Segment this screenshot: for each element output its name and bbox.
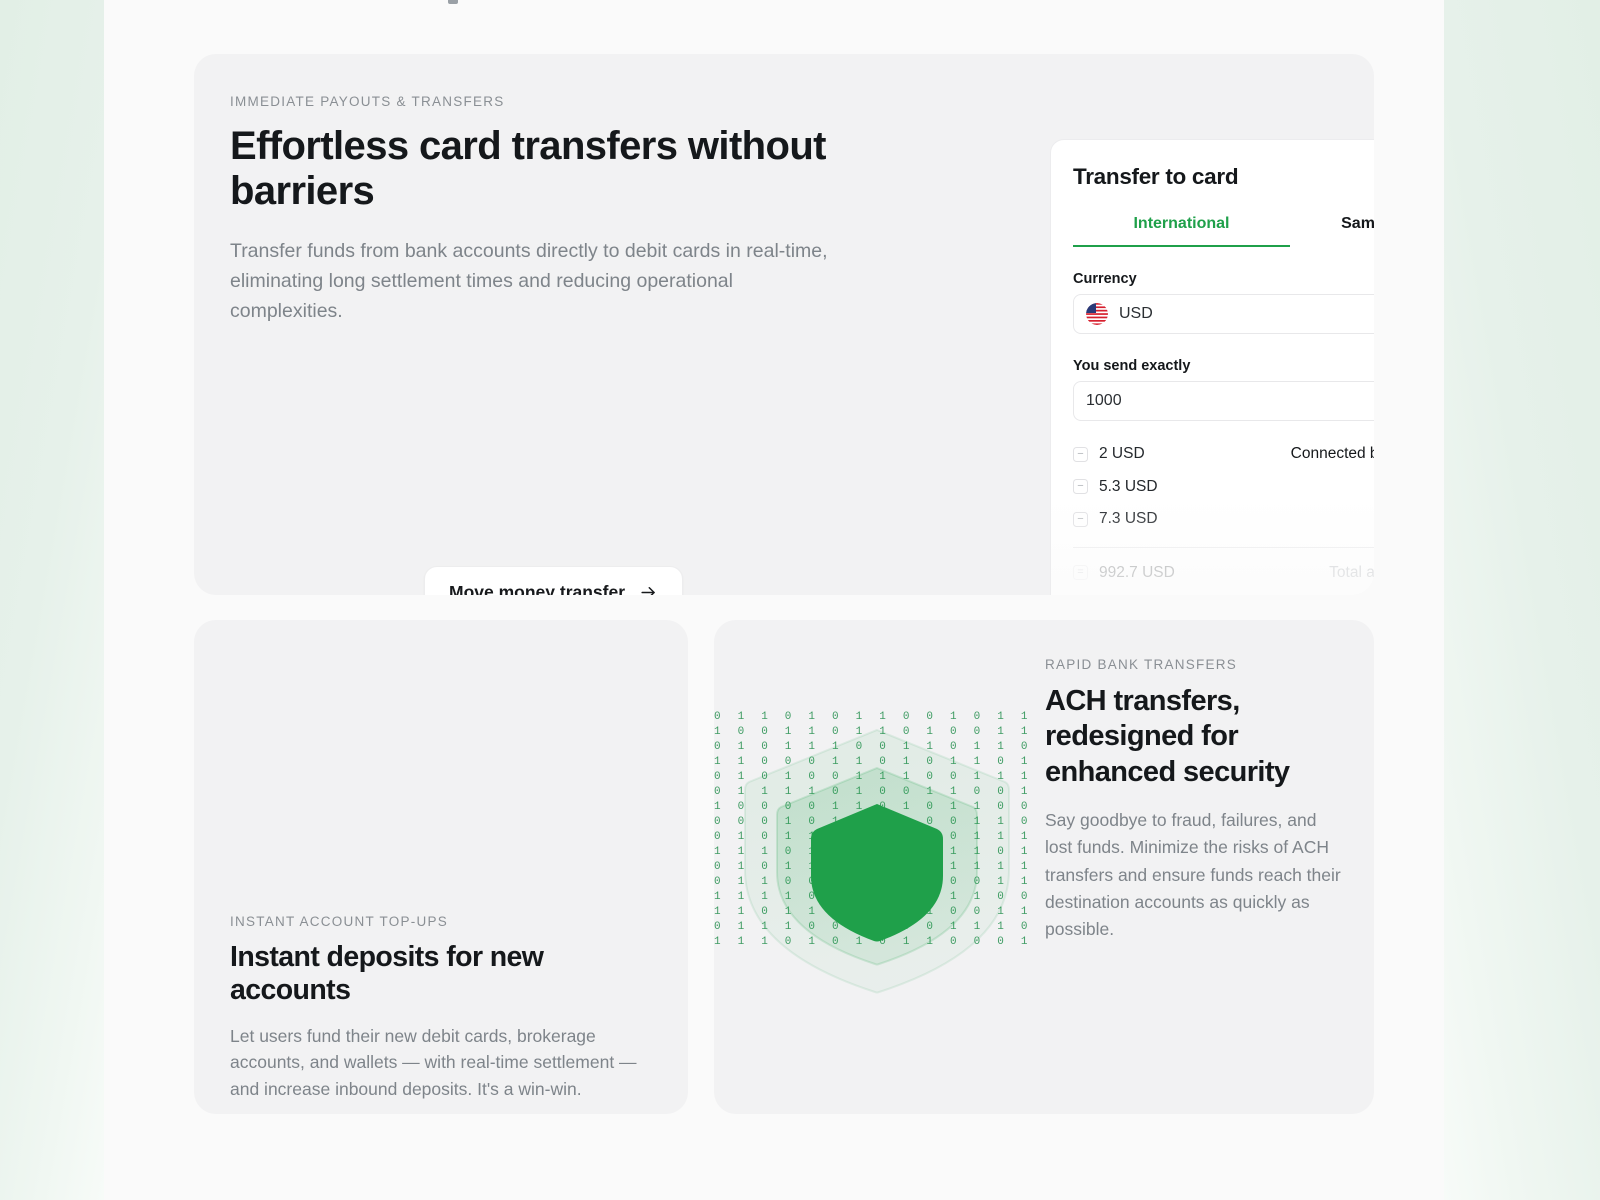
hero-text-block: IMMEDIATE PAYOUTS & TRANSFERS Effortless… (230, 94, 830, 327)
left-gradient-band (0, 0, 104, 1200)
fee-amount: 5.3 USD (1099, 477, 1158, 495)
amount-input[interactable]: 1000 (1073, 381, 1374, 421)
instant-deposit-card: Instant deposit Card information **** **… (194, 620, 688, 1114)
transfer-to-card-widget: Transfer to card International Same curr… (1050, 139, 1374, 595)
hero-eyebrow: IMMEDIATE PAYOUTS & TRANSFERS (230, 94, 505, 109)
move-money-transfer-label: Move money transfer (449, 582, 626, 595)
minus-icon: − (1073, 479, 1088, 495)
cut-off-top-element (448, 0, 458, 4)
deposit-heading: Instant deposits for new accounts (230, 941, 544, 1006)
transfer-tabs: International Same currency (1073, 215, 1374, 247)
transfer-widget-fade-overlay (1051, 498, 1374, 595)
us-flag-icon (1086, 303, 1108, 325)
fee-label: Connected bank account fee (1290, 445, 1374, 463)
currency-label: Currency (1073, 271, 1137, 287)
fee-amount: 2 USD (1099, 445, 1145, 463)
page-root: IMMEDIATE PAYOUTS & TRANSFERS Effortless… (0, 0, 1600, 1200)
shield-security-icon (744, 728, 1010, 994)
fee-row[interactable]: − 2 USD Connected bank account fee (1073, 438, 1374, 471)
deposit-text-block: INSTANT ACCOUNT TOP-UPS Instant deposits… (230, 914, 660, 1103)
ach-eyebrow: RAPID BANK TRANSFERS (1045, 657, 1238, 672)
right-gradient-band (1444, 0, 1600, 1200)
amount-label: You send exactly (1073, 358, 1191, 374)
deposit-body: Let users fund their new debit cards, br… (230, 1025, 637, 1100)
hero-card: IMMEDIATE PAYOUTS & TRANSFERS Effortless… (194, 54, 1374, 595)
amount-value: 1000 (1086, 392, 1122, 409)
hero-body: Transfer funds from bank accounts direct… (230, 239, 828, 323)
move-money-transfer-button[interactable]: Move money transfer (424, 566, 684, 595)
transfer-widget-title: Transfer to card (1073, 164, 1239, 189)
ach-body: Say goodbye to fraud, failures, and lost… (1045, 810, 1341, 940)
deposit-eyebrow: INSTANT ACCOUNT TOP-UPS (230, 914, 449, 929)
ach-heading: ACH transfers, redesigned for enhanced s… (1045, 685, 1290, 788)
tab-same-currency[interactable]: Same currency (1290, 215, 1374, 247)
tab-international[interactable]: International (1073, 215, 1290, 247)
currency-select[interactable]: USD (1073, 294, 1374, 334)
ach-transfers-card: 0 1 1 0 1 0 1 1 0 0 1 0 1 1 1 0 0 1 1 0 … (714, 620, 1374, 1114)
minus-icon: − (1073, 446, 1088, 462)
currency-value: USD (1119, 305, 1153, 322)
hero-heading: Effortless card transfers without barrie… (230, 124, 826, 213)
shield-security-illustration: 0 1 1 0 1 0 1 1 0 0 1 0 1 1 1 0 0 1 1 0 … (714, 620, 1045, 1114)
arrow-right-icon (641, 586, 655, 595)
ach-text-block: RAPID BANK TRANSFERS ACH transfers, rede… (1045, 657, 1345, 944)
